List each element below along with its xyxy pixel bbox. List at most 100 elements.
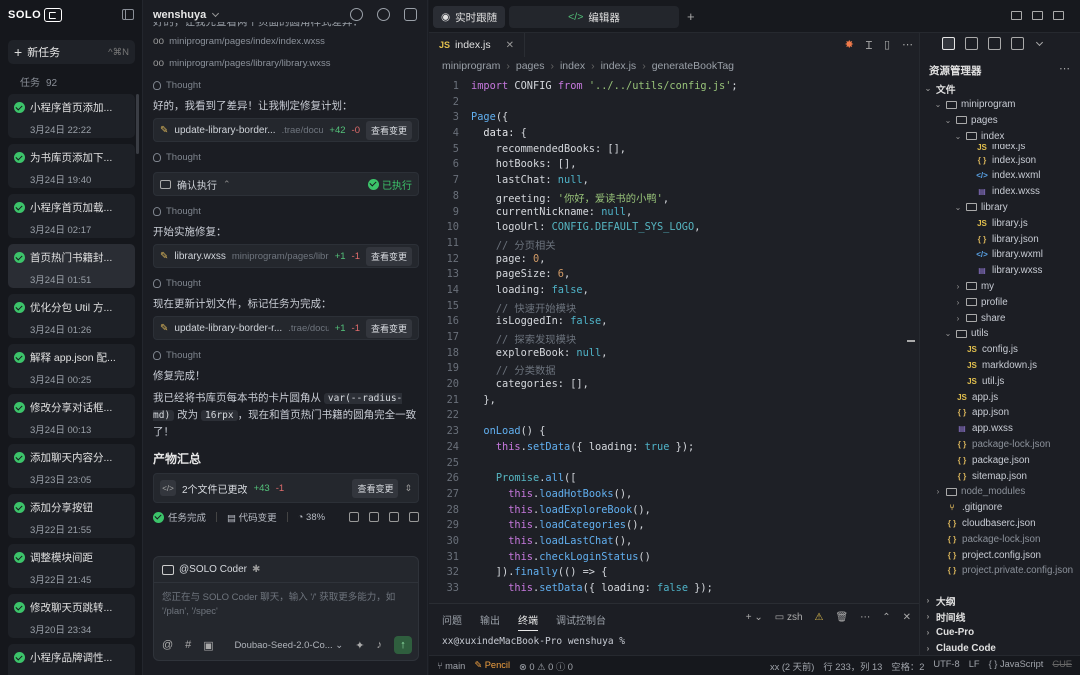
tree-file[interactable]: { } package-lock.json (920, 531, 1080, 547)
tree-folder[interactable]: ⌄ 文件 (920, 81, 1080, 97)
task-item[interactable]: 解释 app.json 配... 3月24日 00:25 (8, 344, 135, 388)
tree-file[interactable]: ⑂ .gitignore (920, 500, 1080, 516)
chevron-updown-icon[interactable]: ⇕ (404, 483, 412, 494)
code-line[interactable]: 3 Page({ (429, 111, 919, 127)
image-icon[interactable]: ▣ (203, 639, 213, 652)
view-changes-button[interactable]: 查看变更 (352, 478, 399, 498)
source-control-icon[interactable] (988, 37, 1001, 50)
tree-file[interactable]: { } index.json (920, 152, 1080, 168)
thumbs-up-icon[interactable] (349, 512, 359, 522)
file-reference[interactable]: oo miniprogram/pages/library/library.wxss (153, 52, 419, 74)
trash-icon[interactable]: 🗑 (836, 612, 849, 623)
more-icon[interactable]: ⋯ (1059, 62, 1070, 75)
add-tab-icon[interactable]: + (687, 9, 695, 24)
tree-file[interactable]: ▤ app.wxss (920, 421, 1080, 437)
code-line[interactable]: 24 this.setData({ loading: true }); (429, 441, 919, 457)
thumbs-down-icon[interactable] (369, 512, 379, 522)
code-line[interactable]: 2 (429, 96, 919, 112)
chevron-updown-icon[interactable]: ⌃ (223, 179, 231, 190)
close-panel-icon[interactable]: ✕ (903, 612, 911, 623)
explorer-section[interactable]: › Claude Code (920, 640, 1080, 656)
task-item[interactable]: 小程序品牌调性... (8, 644, 135, 675)
thought-toggle[interactable]: Thought (153, 146, 419, 168)
thought-toggle[interactable]: Thought (153, 344, 419, 366)
task-item[interactable]: 修改分享对话框... 3月24日 00:13 (8, 394, 135, 438)
split-editor-icon[interactable]: ▯ (884, 38, 890, 53)
view-changes-button[interactable]: 查看变更 (365, 318, 412, 338)
new-terminal-icon[interactable]: + ⌄ (746, 612, 763, 623)
sparkle-icon[interactable]: ✸ (845, 38, 854, 53)
tree-folder[interactable]: ⌄ library (920, 200, 1080, 216)
tree-file[interactable]: JS app.js (920, 389, 1080, 405)
tree-file[interactable]: { } package-lock.json (920, 437, 1080, 453)
tab-live-follow[interactable]: ◉ 实时跟随 (433, 6, 506, 28)
code-line[interactable]: 17 // 探索发现模块 (429, 331, 919, 347)
cursor-position[interactable]: 行 233，列 13 (823, 659, 882, 673)
sidebar-scrollbar[interactable] (136, 94, 139, 154)
tab-editor[interactable]: </> 编辑器 (509, 6, 679, 28)
code-line[interactable]: 31 this.checkLoginStatus() (429, 551, 919, 567)
code-line[interactable]: 29 this.loadCategories(), (429, 519, 919, 535)
tree-file[interactable]: { } project.private.config.json (920, 563, 1080, 579)
tree-folder[interactable]: ⌄ miniprogram (920, 97, 1080, 113)
code-line[interactable]: 15 // 快速开始模块 (429, 300, 919, 316)
tree-file[interactable]: JS library.js (920, 215, 1080, 231)
code-line[interactable]: 33 this.setData({ loading: false }); (429, 582, 919, 598)
explorer-section[interactable]: › 大纲 (920, 593, 1080, 609)
panel-tab[interactable]: 问题 (442, 612, 462, 631)
code-line[interactable]: 7 lastChat: null, (429, 174, 919, 190)
tree-file[interactable]: JS index.js (920, 144, 1080, 152)
code-line[interactable]: 16 isLoggedIn: false, (429, 315, 919, 331)
code-line[interactable]: 23 onLoad() { (429, 425, 919, 441)
breadcrumb-item[interactable]: miniprogram (442, 60, 500, 72)
microphone-icon[interactable]: ♪ (377, 639, 383, 651)
terminal-prompt[interactable]: xx@xuxindeMacBook-Pro wenshuya % (442, 636, 625, 647)
history-icon[interactable] (350, 8, 363, 21)
code-line[interactable]: 8 greeting: '你好，爱读书的小鸭', (429, 190, 919, 206)
tree-file[interactable]: { } library.json (920, 231, 1080, 247)
tree-file[interactable]: JS config.js (920, 342, 1080, 358)
code-line[interactable]: 1 import CONFIG from '../../utils/config.… (429, 80, 919, 96)
settings-icon[interactable] (377, 8, 390, 21)
encoding[interactable]: UTF-8 (933, 659, 959, 673)
task-item[interactable]: 修改聊天页跳转... 3月20日 23:34 (8, 594, 135, 638)
new-task-button[interactable]: + 新任务 ^⌘N (8, 40, 135, 64)
close-icon[interactable]: ✕ (506, 40, 514, 51)
tree-folder[interactable]: ⌄ pages (920, 113, 1080, 129)
code-line[interactable]: 18 exploreBook: null, (429, 347, 919, 363)
code-line[interactable]: 25 (429, 457, 919, 473)
code-line[interactable]: 4 data: { (429, 127, 919, 143)
extensions-icon[interactable] (1011, 37, 1024, 50)
task-item[interactable]: 添加聊天内容分... 3月23日 23:05 (8, 444, 135, 488)
view-changes-button[interactable]: 查看变更 (365, 120, 412, 140)
hash-icon[interactable]: # (185, 639, 191, 651)
sidebar-toggle-icon[interactable] (122, 9, 134, 20)
problems-count[interactable]: ⊗ 0 ⚠ 0 ⓘ 0 (519, 659, 573, 673)
tree-file[interactable]: ▤ index.wxss (920, 184, 1080, 200)
explorer-section[interactable]: › Cue-Pro (920, 625, 1080, 641)
code-line[interactable]: 9 currentNickname: null, (429, 206, 919, 222)
panel-tab[interactable]: 终端 (518, 612, 538, 631)
task-item[interactable]: 小程序首页加载... 3月24日 02:17 (8, 194, 135, 238)
layout-side-icon[interactable] (1032, 11, 1043, 20)
task-item[interactable]: 优化分包 Util 方... 3月24日 01:26 (8, 294, 135, 338)
code-line[interactable]: 6 hotBooks: [], (429, 158, 919, 174)
line-ending[interactable]: LF (969, 659, 980, 673)
code-line[interactable]: 5 recommendedBooks: [], (429, 143, 919, 159)
cue-status[interactable]: CUE (1052, 659, 1072, 673)
agent-tag[interactable]: @SOLO Coder ✱ (154, 557, 418, 583)
task-item[interactable]: 调整模块间距 3月22日 21:45 (8, 544, 135, 588)
tree-folder[interactable]: › profile (920, 294, 1080, 310)
breadcrumb-item[interactable]: generateBookTag (652, 60, 734, 72)
tree-file[interactable]: { } cloudbaserc.json (920, 516, 1080, 532)
copy-icon[interactable] (389, 512, 399, 522)
code-line[interactable]: 32 ]).finally(() => { (429, 566, 919, 582)
task-item[interactable]: 首页热门书籍封... 3月24日 01:51 (8, 244, 135, 288)
terminal-shell[interactable]: ▭ zsh (775, 612, 803, 623)
code-line[interactable]: 27 this.loadHotBooks(), (429, 488, 919, 504)
view-changes-button[interactable]: 查看变更 (365, 246, 412, 266)
layout-bottom-icon[interactable] (1011, 11, 1022, 20)
user-menu[interactable]: wenshuya (153, 9, 220, 21)
tree-file[interactable]: ▤ library.wxss (920, 263, 1080, 279)
model-selector[interactable]: Doubao-Seed-2.0-Co... ⌄ (234, 640, 343, 651)
